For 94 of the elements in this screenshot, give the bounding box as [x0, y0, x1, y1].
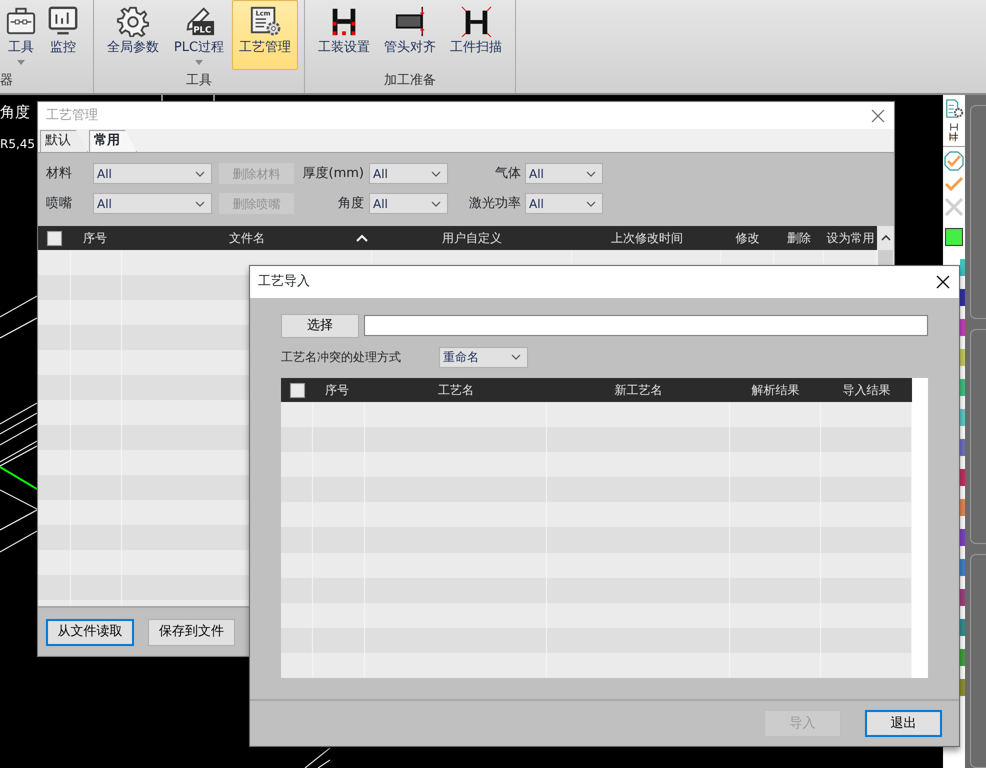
field-label: 气体 [495, 164, 521, 183]
chevron-down-icon [431, 200, 441, 206]
field-label: 角度 [338, 194, 364, 213]
field-label: 厚度(mm) [302, 164, 364, 183]
color-swatch[interactable] [960, 559, 965, 576]
field-label: 工艺名冲突的处理方式 [281, 349, 402, 366]
toolbox-icon [5, 5, 37, 37]
dropdown[interactable]: All [369, 163, 448, 184]
color-swatch[interactable] [960, 679, 965, 696]
column-header[interactable]: 解析结果 [752, 381, 800, 399]
scroll-up-button[interactable] [877, 226, 894, 250]
column-header[interactable]: 工艺名 [438, 381, 474, 399]
close-icon [870, 108, 886, 124]
header-cell[interactable]: 用户自定义 [372, 226, 572, 250]
file-path-field[interactable] [364, 315, 928, 336]
group-label: 加工准备 [383, 72, 437, 90]
ribbon-button[interactable]: 监控 [42, 0, 84, 70]
caret-icon [195, 60, 203, 65]
ribbon-button[interactable]: 工具 [0, 0, 42, 70]
field-label: 材料 [46, 164, 73, 183]
canvas-label: R5,45 [0, 136, 36, 153]
tab[interactable]: 常用 [89, 130, 137, 152]
header-cell[interactable]: 修改 [721, 226, 774, 250]
color-swatch[interactable] [960, 589, 965, 606]
color-swatch[interactable] [960, 319, 965, 336]
dropdown[interactable]: All [369, 193, 448, 214]
color-swatch[interactable] [960, 439, 965, 456]
cad-drawing [304, 748, 331, 768]
dropdown[interactable]: All [525, 163, 603, 184]
choose-button[interactable]: 选择 [281, 314, 359, 338]
close-icon [935, 274, 951, 290]
window-title: 工艺管理 [46, 106, 98, 125]
field-label: 喷嘴 [46, 194, 73, 213]
color-swatch[interactable] [960, 619, 965, 636]
header-cell[interactable]: 序号 [70, 226, 122, 250]
column-header[interactable]: 新工艺名 [614, 381, 662, 399]
ribbon-button[interactable]: 管头对齐 [377, 0, 443, 70]
dialog-button[interactable]: 从文件读取 [46, 618, 134, 646]
tube-icon [394, 5, 426, 37]
chevron-down-icon [511, 354, 521, 360]
ribbon-button[interactable]: 工件扫描 [443, 0, 509, 70]
header-cell[interactable]: 上次修改时间 [572, 226, 722, 250]
column-header[interactable]: 序号 [325, 381, 349, 399]
color-swatch[interactable] [960, 499, 965, 516]
check-icon [944, 174, 964, 194]
chevron-down-icon [195, 170, 205, 176]
color-swatch[interactable] [960, 529, 965, 546]
column-header[interactable]: 文件名 [228, 229, 265, 247]
ribbon-button[interactable]: 工装设置 [311, 0, 377, 70]
dropdown[interactable]: All [93, 193, 212, 214]
chevron-down-icon [195, 200, 205, 206]
close-button[interactable] [935, 274, 951, 290]
icon-label: PLC [193, 24, 212, 34]
color-swatch[interactable] [960, 259, 965, 276]
column-header[interactable]: 修改 [736, 229, 760, 247]
canvas-label: 角度 [0, 102, 30, 123]
monitor-icon [47, 5, 79, 37]
chevron-down-icon [586, 170, 596, 176]
ribbon-button[interactable]: 全局参数 [100, 0, 166, 70]
dropdown[interactable]: All [525, 193, 603, 214]
close-icon [944, 197, 964, 217]
column-header[interactable]: 删除 [787, 229, 812, 247]
column-header[interactable]: 序号 [82, 229, 107, 247]
gear-icon [117, 5, 149, 37]
group-label: 器 [0, 72, 14, 90]
scroll-up-icon [880, 235, 890, 241]
ribbon-button[interactable]: PLC PLC过程 [166, 0, 232, 70]
color-swatch[interactable] [960, 409, 965, 426]
caret-icon [17, 60, 25, 65]
h-beam-icon [460, 5, 492, 37]
dropdown[interactable]: All [93, 163, 212, 184]
group-label: 工具 [185, 72, 213, 90]
checkbox[interactable] [290, 382, 304, 398]
checkbox[interactable] [46, 230, 62, 246]
window-title: 工艺导入 [258, 273, 310, 292]
color-swatch[interactable] [945, 228, 963, 246]
color-swatch[interactable] [960, 379, 965, 396]
chevron-down-icon [586, 200, 596, 206]
color-swatch[interactable] [960, 349, 965, 366]
color-swatch[interactable] [960, 469, 965, 486]
header-cell[interactable]: 删除 [774, 226, 824, 250]
color-swatch[interactable] [960, 289, 965, 306]
field-label: 激光功率 [469, 194, 521, 213]
column-header[interactable]: 用户自定义 [442, 229, 502, 247]
tab[interactable]: 默认 [40, 130, 88, 152]
dialog-button[interactable]: 退出 [865, 710, 942, 737]
column-header[interactable]: 导入结果 [842, 381, 890, 399]
column-header[interactable]: 上次修改时间 [610, 229, 683, 247]
dropdown[interactable]: 重命名 [439, 346, 528, 368]
chevron-down-icon [431, 170, 441, 176]
check-icon [944, 151, 964, 171]
color-swatch[interactable] [960, 649, 965, 666]
header-cell[interactable]: 文件名 [122, 226, 372, 250]
dialog-button[interactable]: 保存到文件 [148, 618, 235, 646]
